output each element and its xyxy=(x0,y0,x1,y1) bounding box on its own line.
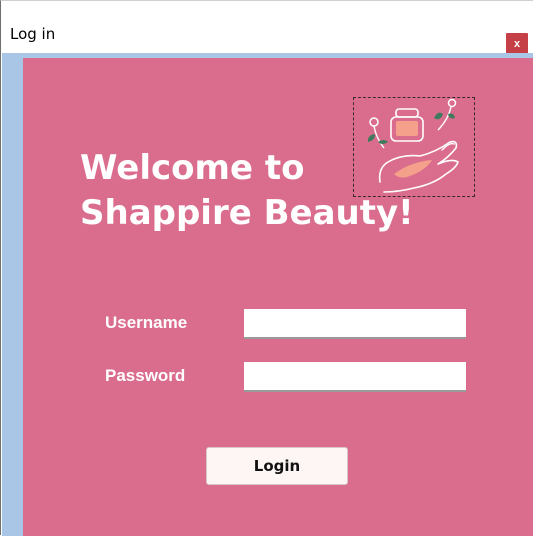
welcome-line-1: Welcome to xyxy=(80,148,305,188)
username-input[interactable] xyxy=(244,309,466,339)
username-label: Username xyxy=(105,313,188,332)
login-button[interactable]: Login xyxy=(206,447,348,485)
login-panel: Welcome to Shappire Beauty! Username Pas… xyxy=(23,58,533,536)
window-title: Log in xyxy=(10,25,56,43)
login-window: Log in x Welcome to Shappire Beauty! Use… xyxy=(0,0,533,536)
password-label: Password xyxy=(105,366,186,385)
cosmetics-hand-icon xyxy=(353,97,475,197)
title-bar[interactable]: Log in x xyxy=(2,11,533,55)
logo-graphic xyxy=(367,98,459,193)
welcome-line-2: Shappire Beauty! xyxy=(80,193,414,233)
close-button[interactable]: x xyxy=(506,33,528,55)
password-input[interactable] xyxy=(244,362,466,392)
